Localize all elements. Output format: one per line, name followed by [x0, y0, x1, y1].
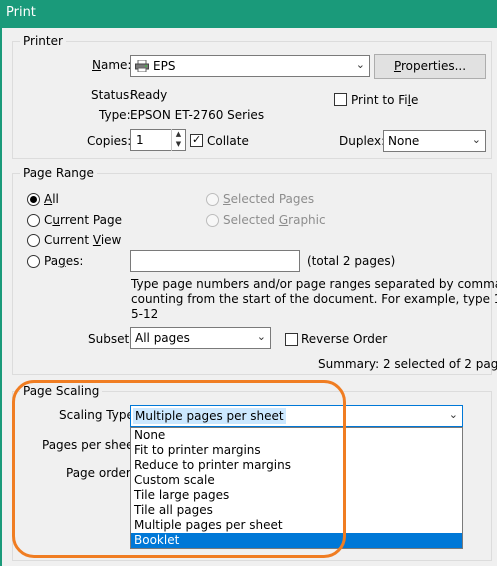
radio-current-page-label[interactable]: Current Page — [44, 213, 122, 227]
properties-button[interactable]: Properties... — [374, 54, 486, 79]
status-label: Status: — [91, 88, 134, 102]
collate-label[interactable]: Collate — [207, 134, 249, 148]
radio-all[interactable] — [27, 193, 40, 206]
collate-checkbox[interactable]: ✓ — [190, 133, 203, 147]
radio-selected-pages-label[interactable]: Selected Pages — [223, 192, 314, 206]
subset-value: All pages — [135, 331, 190, 345]
copies-spinner[interactable]: ▲ ▼ — [171, 129, 185, 151]
printer-name-select[interactable]: EPS ⌄ — [130, 55, 370, 77]
status-value: Ready — [130, 88, 168, 102]
print-to-file-label[interactable]: Print to File — [351, 93, 418, 107]
chevron-down-icon: ⌄ — [256, 330, 266, 343]
duplex-value: None — [388, 134, 420, 148]
printer-icon — [135, 59, 149, 73]
reverse-order-checkbox[interactable] — [285, 333, 298, 346]
printer-name-label: Name: — [92, 58, 132, 72]
total-pages-label: (total 2 pages) — [307, 254, 396, 268]
title-bar: Print — [0, 0, 497, 28]
spin-down-icon[interactable]: ▼ — [172, 139, 185, 149]
radio-dot — [30, 196, 37, 203]
radio-pages[interactable] — [27, 255, 40, 268]
copies-label: Copies: — [87, 134, 132, 148]
check-icon: ✓ — [192, 133, 202, 146]
page-range-hint-line-3: 5-12 — [131, 307, 159, 321]
radio-selected-graphic-label[interactable]: Selected Graphic — [223, 213, 326, 227]
type-label: Type: — [99, 108, 131, 122]
chevron-down-icon: ⌄ — [471, 133, 481, 146]
subset-label: Subset: — [88, 332, 134, 346]
reverse-order-label[interactable]: Reverse Order — [301, 332, 387, 346]
duplex-label: Duplex: — [339, 134, 386, 148]
copies-value: 1 — [136, 133, 144, 147]
chevron-down-icon: ⌄ — [355, 58, 365, 71]
page-range-summary: Summary: 2 selected of 2 pages — [318, 357, 497, 371]
page-range-hint-line-2: counting from the start of the document.… — [131, 292, 497, 306]
pages-input[interactable] — [130, 250, 300, 272]
radio-selected-graphic[interactable] — [206, 214, 219, 227]
subset-select[interactable]: All pages ⌄ — [130, 327, 271, 349]
radio-current-view-label[interactable]: Current View — [44, 233, 121, 247]
window-title: Print — [6, 5, 36, 20]
radio-pages-label[interactable]: Pages: — [44, 254, 83, 268]
radio-all-label[interactable]: All — [44, 192, 59, 206]
page-range-hint-line-1: Type page numbers and/or page ranges sep… — [131, 277, 497, 291]
printer-group-label: Printer — [20, 34, 66, 48]
radio-current-view[interactable] — [27, 234, 40, 247]
radio-current-page[interactable] — [27, 214, 40, 227]
duplex-select[interactable]: None ⌄ — [383, 130, 486, 152]
type-value: EPSON ET-2760 Series — [130, 108, 265, 122]
chevron-down-icon: ⌄ — [448, 408, 458, 421]
spin-up-icon[interactable]: ▲ — [172, 129, 185, 139]
orange-highlight-annotation — [12, 380, 346, 558]
copies-input[interactable]: 1 ▲ ▼ — [130, 129, 186, 151]
print-to-file-checkbox[interactable] — [334, 93, 347, 106]
printer-name-value: EPS — [153, 59, 176, 73]
window-left-border — [0, 28, 2, 566]
page-range-group-label: Page Range — [20, 166, 97, 180]
radio-selected-pages[interactable] — [206, 193, 219, 206]
